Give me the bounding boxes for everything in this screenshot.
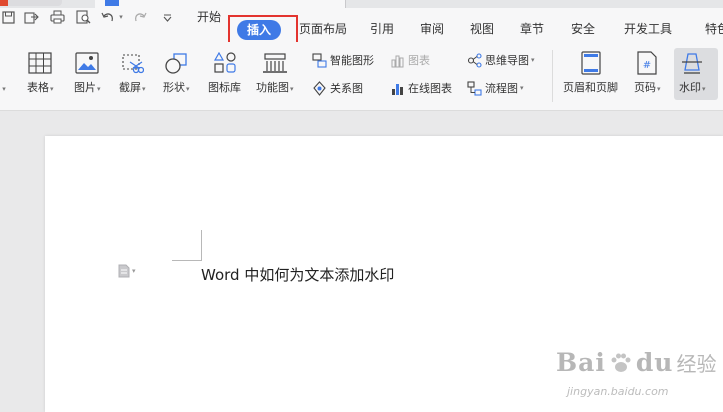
mind-map-icon bbox=[466, 52, 482, 68]
tab-page-layout[interactable]: 页面布局 bbox=[296, 20, 350, 38]
chart-button[interactable]: 图表 bbox=[389, 51, 430, 69]
customize-toolbar-icon[interactable] bbox=[160, 8, 174, 26]
tab-home[interactable]: 开始 bbox=[190, 8, 228, 26]
margin-marker-vertical bbox=[201, 230, 202, 260]
online-chart-icon bbox=[389, 80, 405, 96]
print-icon[interactable] bbox=[48, 8, 66, 26]
screenshot-label: 截屏 bbox=[119, 81, 141, 94]
undo-dropdown-icon[interactable]: ▾ bbox=[117, 8, 125, 26]
screenshot-button[interactable]: 截屏▾ bbox=[119, 50, 146, 96]
baidu-logo-text-1: Bai bbox=[556, 348, 606, 377]
document-tab-2[interactable] bbox=[95, 0, 346, 8]
shapes-icon bbox=[163, 50, 189, 76]
watermark-url: jingyan.baidu.com bbox=[567, 385, 669, 398]
function-chart-label: 功能图 bbox=[256, 81, 289, 94]
table-button[interactable]: 表格▾ bbox=[27, 50, 54, 96]
svg-text:#: # bbox=[643, 60, 651, 71]
tab-features[interactable]: 特色 bbox=[697, 20, 723, 38]
tab-developer-tools[interactable]: 开发工具 bbox=[619, 20, 677, 38]
table-icon bbox=[27, 50, 53, 76]
flowchart-label: 流程图 bbox=[485, 82, 518, 95]
page-number-label: 页码 bbox=[634, 81, 656, 94]
tab-security[interactable]: 安全 bbox=[565, 20, 601, 38]
smart-art-button[interactable]: 智能图形 bbox=[311, 51, 374, 69]
mind-map-label: 思维导图 bbox=[485, 54, 529, 67]
tab-references[interactable]: 引用 bbox=[364, 20, 400, 38]
tab-insert[interactable]: 插入 bbox=[237, 20, 281, 40]
smart-art-icon bbox=[311, 52, 327, 68]
picture-label: 图片 bbox=[74, 81, 96, 94]
picture-button[interactable]: 图片▾ bbox=[74, 50, 101, 96]
icon-library-button[interactable]: 图标库 bbox=[208, 50, 241, 94]
relation-chart-label: 关系图 bbox=[330, 82, 363, 95]
export-pdf-icon[interactable] bbox=[22, 8, 40, 26]
jingyan-text: 经验 bbox=[676, 352, 717, 376]
undo-icon[interactable] bbox=[100, 8, 116, 26]
function-chart-button[interactable]: 功能图▾ bbox=[256, 50, 294, 96]
page-number-button[interactable]: # 页码▾ bbox=[634, 50, 661, 96]
tab-review[interactable]: 审阅 bbox=[414, 20, 450, 38]
baidu-logo-text-2: du bbox=[635, 348, 674, 377]
function-chart-icon bbox=[262, 50, 288, 76]
paw-icon bbox=[611, 353, 631, 372]
watermark-icon bbox=[679, 50, 705, 76]
table-label: 表格 bbox=[27, 81, 49, 94]
page-number-icon: # bbox=[634, 50, 660, 76]
chart-icon bbox=[389, 52, 405, 68]
smart-art-label: 智能图形 bbox=[330, 54, 374, 67]
ribbon-divider bbox=[552, 50, 553, 102]
window-tab-strip bbox=[0, 0, 723, 8]
icon-library-label: 图标库 bbox=[208, 81, 241, 94]
margin-marker-horizontal bbox=[172, 260, 202, 261]
tab-view[interactable]: 视图 bbox=[464, 20, 500, 38]
icon-library-icon bbox=[212, 50, 238, 76]
tab-chapter[interactable]: 章节 bbox=[514, 20, 550, 38]
watermark-button[interactable]: 水印▾ bbox=[679, 50, 706, 96]
screenshot-icon bbox=[119, 50, 145, 76]
header-footer-button[interactable]: 页眉和页脚 bbox=[563, 50, 618, 94]
wps-logo-icon bbox=[0, 0, 8, 6]
redo-icon[interactable] bbox=[132, 8, 148, 26]
online-chart-button[interactable]: 在线图表 bbox=[389, 79, 452, 97]
chart-label: 图表 bbox=[408, 54, 430, 67]
paragraph-handle[interactable]: ▾ bbox=[118, 264, 136, 278]
flowchart-button[interactable]: 流程图 ▾ bbox=[466, 79, 524, 97]
doc-tab-icon bbox=[105, 0, 119, 6]
relation-chart-icon bbox=[311, 80, 327, 96]
relation-chart-button[interactable]: 关系图 bbox=[311, 79, 363, 97]
online-chart-label: 在线图表 bbox=[408, 82, 452, 95]
shapes-label: 形状 bbox=[163, 81, 185, 94]
paragraph-dropdown-icon: ▾ bbox=[132, 267, 136, 275]
watermark-label: 水印 bbox=[679, 81, 701, 94]
paragraph-icon bbox=[118, 264, 130, 278]
mind-map-button[interactable]: 思维导图 ▾ bbox=[466, 51, 535, 69]
picture-icon bbox=[74, 50, 100, 76]
shapes-button[interactable]: 形状▾ bbox=[163, 50, 190, 96]
document-text-line[interactable]: Word 中如何为文本添加水印 bbox=[201, 264, 394, 285]
print-preview-icon[interactable] bbox=[74, 8, 92, 26]
ribbon-scroll-left-icon[interactable]: ▾ bbox=[0, 80, 8, 98]
document-tab-1[interactable] bbox=[0, 0, 62, 6]
flowchart-icon bbox=[466, 80, 482, 96]
header-footer-icon bbox=[578, 50, 604, 76]
save-icon[interactable] bbox=[0, 8, 16, 26]
baidu-jingyan-watermark: Bai du 经验 bbox=[556, 348, 717, 377]
header-footer-label: 页眉和页脚 bbox=[563, 81, 618, 94]
